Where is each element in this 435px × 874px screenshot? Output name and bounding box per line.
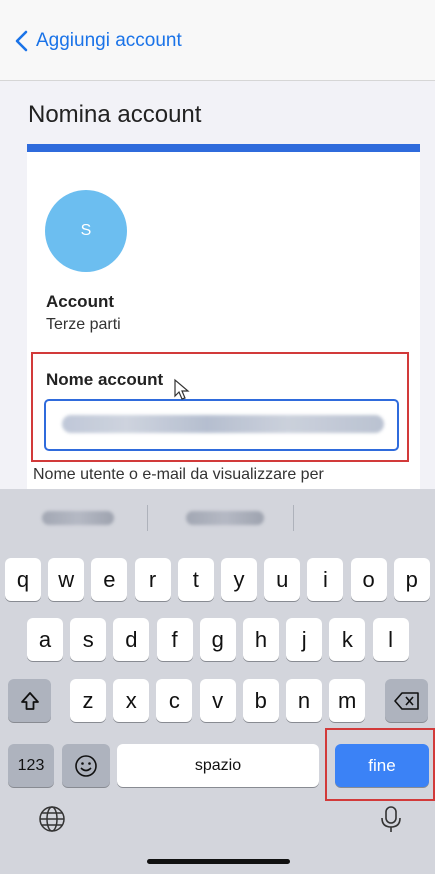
key-a[interactable]: a [27, 618, 63, 661]
key-k[interactable]: k [329, 618, 366, 661]
navigation-bar: Aggiungi account [0, 0, 435, 81]
key-e[interactable]: e [91, 558, 128, 601]
key-x[interactable]: x [113, 679, 150, 722]
chevron-left-icon [15, 30, 28, 52]
annotation-highlight-name-field [31, 352, 409, 462]
key-h[interactable]: h [243, 618, 279, 661]
key-q[interactable]: q [5, 558, 41, 601]
key-g[interactable]: g [199, 618, 236, 661]
key-f[interactable]: f [156, 618, 193, 661]
avatar: S [45, 190, 127, 272]
emoji-key[interactable] [62, 744, 110, 787]
back-button[interactable]: Aggiungi account [14, 26, 182, 56]
back-label: Aggiungi account [36, 30, 182, 51]
annotation-highlight-done-key [325, 728, 435, 801]
account-label: Account [46, 292, 114, 311]
key-t[interactable]: t [177, 558, 214, 601]
space-key[interactable]: spazio [117, 744, 319, 787]
key-o[interactable]: o [350, 558, 387, 601]
shift-key[interactable] [8, 679, 51, 722]
key-w[interactable]: w [48, 558, 85, 601]
suggestion-1[interactable] [42, 511, 114, 525]
card-accent-bar [27, 144, 420, 152]
key-n[interactable]: n [286, 679, 322, 722]
suggestion-2[interactable] [186, 511, 264, 525]
helper-text: Nome utente o e-mail da visualizzare per [33, 466, 324, 483]
key-c[interactable]: c [156, 679, 193, 722]
keyboard: qwertyuiop asdfghjkl zxcvbnm 123 spazio … [0, 489, 435, 874]
key-y[interactable]: y [221, 558, 257, 601]
emoji-icon [75, 754, 97, 777]
account-value: Terze parti [46, 316, 121, 333]
page-title: Nomina account [28, 101, 202, 128]
suggestion-separator [293, 505, 294, 531]
key-s[interactable]: s [70, 618, 107, 661]
globe-icon[interactable] [37, 804, 67, 834]
mouse-pointer-icon [174, 378, 190, 400]
key-z[interactable]: z [70, 679, 106, 722]
delete-icon [393, 691, 419, 710]
key-b[interactable]: b [242, 679, 279, 722]
app-screen: Aggiungi account Nomina account S Accoun… [0, 0, 435, 489]
microphone-icon[interactable] [376, 804, 406, 834]
key-l[interactable]: l [372, 618, 409, 661]
key-m[interactable]: m [329, 679, 366, 722]
key-v[interactable]: v [199, 679, 236, 722]
suggestion-separator [147, 505, 148, 531]
key-p[interactable]: p [393, 558, 430, 601]
key-r[interactable]: r [134, 558, 171, 601]
suggestion-bar [0, 489, 435, 541]
delete-key[interactable] [385, 679, 428, 722]
key-d[interactable]: d [113, 618, 150, 661]
key-i[interactable]: i [307, 558, 344, 601]
numbers-key[interactable]: 123 [8, 744, 54, 787]
shift-icon [20, 691, 39, 710]
key-u[interactable]: u [264, 558, 301, 601]
key-j[interactable]: j [286, 618, 323, 661]
home-indicator [147, 859, 290, 864]
